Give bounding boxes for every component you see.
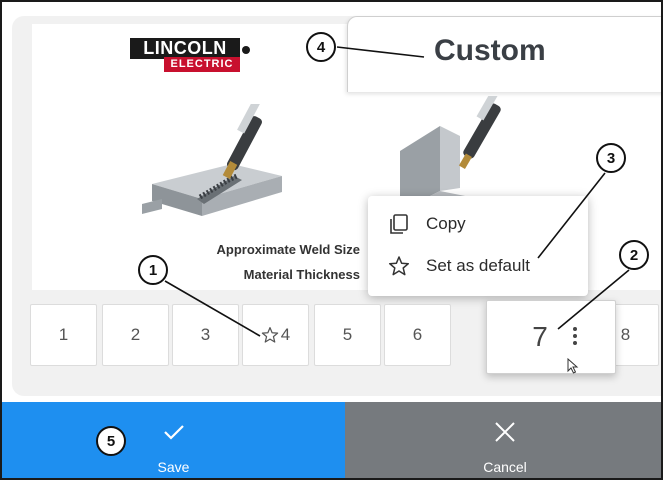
tab-7-selected[interactable]: 7: [486, 300, 616, 374]
tab-label: 5: [342, 325, 353, 344]
thickness-label: Material Thickness: [243, 267, 360, 282]
menu-item-copy[interactable]: Copy: [368, 204, 588, 244]
save-label: Save: [157, 459, 190, 475]
cancel-label: Cancel: [483, 459, 527, 475]
checkmark-icon: [163, 425, 184, 440]
tab-label: 1: [58, 325, 69, 344]
tab-1[interactable]: 1: [30, 304, 97, 366]
more-options-icon[interactable]: [572, 327, 578, 347]
callout-1: 1: [138, 255, 168, 285]
cancel-button[interactable]: Cancel: [345, 402, 661, 478]
copy-icon: [390, 214, 408, 234]
tab-label: 6: [412, 325, 423, 344]
tab-label: 3: [200, 325, 211, 344]
tab-5[interactable]: 5: [314, 304, 381, 366]
logo-text-top: LINCOLN: [130, 38, 240, 59]
menu-item-label: Copy: [426, 214, 466, 233]
callout-2: 2: [619, 240, 649, 270]
star-outline-icon: [261, 327, 278, 343]
callout-4: 4: [306, 32, 336, 62]
lincoln-electric-logo: LINCOLN ELECTRIC: [130, 38, 254, 76]
close-icon: [495, 422, 515, 442]
tab-3[interactable]: 3: [172, 304, 239, 366]
context-menu: Copy Set as default: [368, 196, 588, 296]
menu-item-set-default[interactable]: Set as default: [368, 246, 588, 286]
tab-2[interactable]: 2: [102, 304, 169, 366]
callout-3: 3: [596, 143, 626, 173]
lap-weld-illustration: [142, 104, 282, 216]
tab-label: 7: [532, 321, 548, 352]
mouse-cursor-icon: [567, 358, 579, 374]
tab-label: 2: [130, 325, 141, 344]
tab-label: 4: [280, 325, 291, 344]
save-button[interactable]: Save: [2, 402, 345, 478]
menu-item-label: Set as default: [426, 256, 530, 275]
tab-4[interactable]: 4: [242, 304, 309, 366]
tab-label: 8: [620, 325, 631, 344]
registered-mark-icon: [242, 46, 250, 54]
weld-size-label: Approximate Weld Size: [216, 242, 360, 257]
tab-6[interactable]: 6: [384, 304, 451, 366]
callout-5: 5: [96, 426, 126, 456]
screen-frame: LINCOLN ELECTRIC Custom Approximate Weld…: [0, 0, 663, 480]
star-outline-icon: [388, 256, 410, 276]
logo-text-bottom: ELECTRIC: [164, 57, 240, 72]
custom-title: Custom: [434, 34, 546, 67]
